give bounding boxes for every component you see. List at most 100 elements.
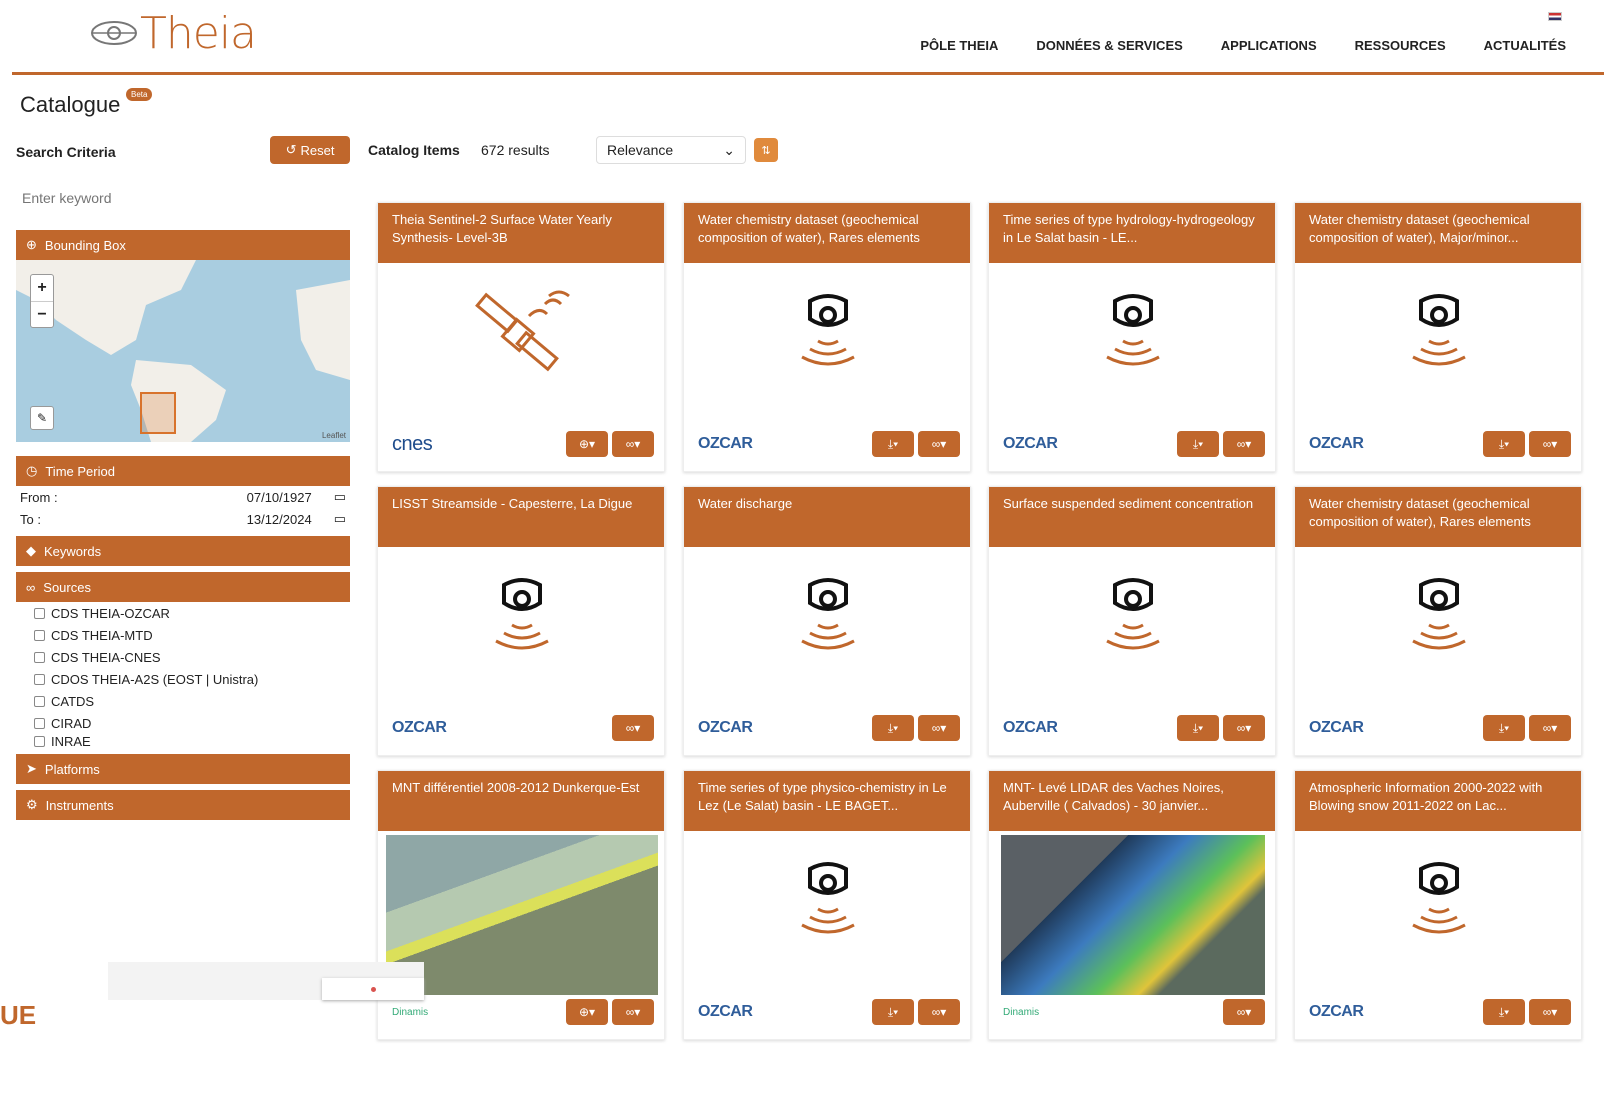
download-dropdown-button[interactable]: ⤓▾	[872, 999, 914, 1025]
download-dropdown-button[interactable]: ⤓▾	[1483, 999, 1525, 1025]
card-footer: cnes ⊕▾ ∞▾	[392, 431, 654, 457]
source-item[interactable]: CDS THEIA-OZCAR	[16, 602, 350, 624]
draw-pencil-icon[interactable]: ✎	[30, 406, 54, 430]
source-item[interactable]: CDS THEIA-MTD	[16, 624, 350, 646]
catalog-card[interactable]: Surface suspended sediment concentration…	[988, 486, 1276, 756]
download-dropdown-button[interactable]: ⤓▾	[872, 715, 914, 741]
catalog-card[interactable]: Time series of type hydrology-hydrogeolo…	[988, 202, 1276, 472]
card-title[interactable]: LISST Streamside - Capesterre, La Digue	[378, 487, 664, 547]
bounding-box-rect[interactable]	[140, 392, 176, 434]
catalog-card[interactable]: Theia Sentinel-2 Surface Water Yearly Sy…	[377, 202, 665, 472]
source-checkbox[interactable]	[34, 651, 45, 663]
link-dropdown-button[interactable]: ∞▾	[1223, 715, 1265, 741]
results-count: 672 results	[481, 142, 550, 158]
catalog-card[interactable]: LISST Streamside - Capesterre, La Digue O…	[377, 486, 665, 756]
card-title[interactable]: Atmospheric Information 2000-2022 with B…	[1295, 771, 1581, 831]
time-period-header[interactable]: ◷ Time Period	[16, 456, 350, 486]
map-view[interactable]: + − ✎ Leaflet	[16, 260, 350, 442]
card-actions: ⤓▾ ∞▾	[1177, 715, 1265, 741]
link-dropdown-button[interactable]: ∞▾	[612, 999, 654, 1025]
link-dropdown-button[interactable]: ∞▾	[918, 431, 960, 457]
source-item[interactable]: CDS THEIA-CNES	[16, 646, 350, 668]
platforms-header[interactable]: ➤ Platforms	[16, 754, 350, 784]
card-title[interactable]: Water chemistry dataset (geochemical com…	[1295, 487, 1581, 547]
download-dropdown-button[interactable]: ⤓▾	[1483, 431, 1525, 457]
source-checkbox[interactable]	[34, 735, 45, 747]
ozcar-logo: OZCAR	[1309, 435, 1364, 452]
from-label: From :	[20, 489, 58, 505]
card-title[interactable]: Water discharge	[684, 487, 970, 547]
link-dropdown-button[interactable]: ∞▾	[1529, 999, 1571, 1025]
source-item[interactable]: CIRAD	[16, 712, 350, 734]
globe-dropdown-button[interactable]: ⊕▾	[566, 999, 608, 1025]
card-title-text: Theia Sentinel-2 Surface Water Yearly Sy…	[392, 212, 612, 245]
map-attribution[interactable]: Leaflet	[322, 431, 346, 440]
globe-dropdown-button[interactable]: ⊕▾	[566, 431, 608, 457]
card-title[interactable]: Water chemistry dataset (geochemical com…	[1295, 203, 1581, 263]
catalog-card[interactable]: Water discharge OZCAR ⤓▾ ∞▾	[683, 486, 971, 756]
link-dropdown-button[interactable]: ∞▾	[918, 999, 960, 1025]
source-item[interactable]: CDOS THEIA-A2S (EOST | Unistra)	[16, 668, 350, 690]
link-dropdown-button[interactable]: ∞▾	[612, 431, 654, 457]
keywords-header[interactable]: ◆ Keywords	[16, 536, 350, 566]
zoom-in-button[interactable]: +	[31, 275, 53, 301]
download-dropdown-button[interactable]: ⤓▾	[1483, 715, 1525, 741]
language-flag-icon[interactable]	[1548, 12, 1562, 21]
link-dropdown-button[interactable]: ∞▾	[1529, 715, 1571, 741]
source-checkbox[interactable]	[34, 695, 45, 707]
catalog-card[interactable]: Water chemistry dataset (geochemical com…	[1294, 202, 1582, 472]
overlay-popup[interactable]	[322, 978, 424, 1000]
source-checkbox[interactable]	[34, 629, 45, 641]
source-checkbox[interactable]	[34, 673, 45, 685]
card-title[interactable]: Time series of type physico-chemistry in…	[684, 771, 970, 831]
source-checkbox[interactable]	[34, 717, 45, 729]
calendar-icon[interactable]: ▭	[334, 489, 346, 505]
link-dropdown-button[interactable]: ∞▾	[1223, 999, 1265, 1025]
card-title[interactable]: Surface suspended sediment concentration	[989, 487, 1275, 547]
card-title[interactable]: MNT différentiel 2008-2012 Dunkerque-Est	[378, 771, 664, 831]
source-item[interactable]: INRAE	[16, 734, 350, 748]
card-footer: OZCAR ⤓▾ ∞▾	[1003, 431, 1265, 457]
main-nav: PÔLE THEIA DONNÉES & SERVICES APPLICATIO…	[920, 38, 1566, 53]
link-dropdown-button[interactable]: ∞▾	[1529, 431, 1571, 457]
link-dropdown-button[interactable]: ∞▾	[612, 715, 654, 741]
source-checkbox[interactable]	[34, 607, 45, 619]
catalog-card[interactable]: Atmospheric Information 2000-2022 with B…	[1294, 770, 1582, 1040]
catalog-card[interactable]: Time series of type physico-chemistry in…	[683, 770, 971, 1040]
calendar-icon[interactable]: ▭	[334, 511, 346, 527]
card-title[interactable]: Water chemistry dataset (geochemical com…	[684, 203, 970, 263]
download-dropdown-button[interactable]: ⤓▾	[1177, 431, 1219, 457]
nav-pole-theia[interactable]: PÔLE THEIA	[920, 38, 998, 53]
card-footer: OZCAR ⤓▾ ∞▾	[698, 999, 960, 1025]
from-date[interactable]: 07/10/1927	[247, 490, 312, 505]
to-date[interactable]: 13/12/2024	[247, 512, 312, 527]
card-title[interactable]: Theia Sentinel-2 Surface Water Yearly Sy…	[378, 203, 664, 263]
card-footer: OZCAR ⤓▾ ∞▾	[698, 715, 960, 741]
nav-ressources[interactable]: RESSOURCES	[1355, 38, 1446, 53]
lidar-image	[1001, 835, 1265, 995]
link-dropdown-button[interactable]: ∞▾	[918, 715, 960, 741]
keyword-input[interactable]	[16, 182, 350, 214]
link-dropdown-button[interactable]: ∞▾	[1223, 431, 1265, 457]
card-title[interactable]: MNT- Levé LIDAR des Vaches Noires, Auber…	[989, 771, 1275, 831]
card-title[interactable]: Time series of type hydrology-hydrogeolo…	[989, 203, 1275, 263]
bounding-box-header[interactable]: ⊕ Bounding Box	[16, 230, 350, 260]
sort-direction-button[interactable]: ⇅	[754, 138, 778, 162]
zoom-out-button[interactable]: −	[31, 301, 53, 327]
sort-select[interactable]: Relevance ⌄	[596, 136, 746, 164]
download-dropdown-button[interactable]: ⤓▾	[872, 431, 914, 457]
catalog-card[interactable]: Water chemistry dataset (geochemical com…	[1294, 486, 1582, 756]
nav-applications[interactable]: APPLICATIONS	[1221, 38, 1317, 53]
ozcar-logo: OZCAR	[392, 719, 447, 736]
instruments-header[interactable]: ⚙ Instruments	[16, 790, 350, 820]
sources-header[interactable]: ∞ Sources	[16, 572, 350, 602]
filters-panel: ◷ Time Period From : 07/10/1927 ▭ To : 13/12…	[16, 456, 350, 820]
theia-logo[interactable]: Theia	[88, 8, 257, 59]
reset-button[interactable]: ↺ Reset	[270, 136, 350, 164]
download-dropdown-button[interactable]: ⤓▾	[1177, 715, 1219, 741]
source-item[interactable]: CATDS	[16, 690, 350, 712]
nav-donnees-services[interactable]: DONNÉES & SERVICES	[1036, 38, 1182, 53]
catalog-card[interactable]: Water chemistry dataset (geochemical com…	[683, 202, 971, 472]
nav-actualites[interactable]: ACTUALITÉS	[1484, 38, 1566, 53]
catalog-card[interactable]: MNT- Levé LIDAR des Vaches Noires, Auber…	[988, 770, 1276, 1040]
